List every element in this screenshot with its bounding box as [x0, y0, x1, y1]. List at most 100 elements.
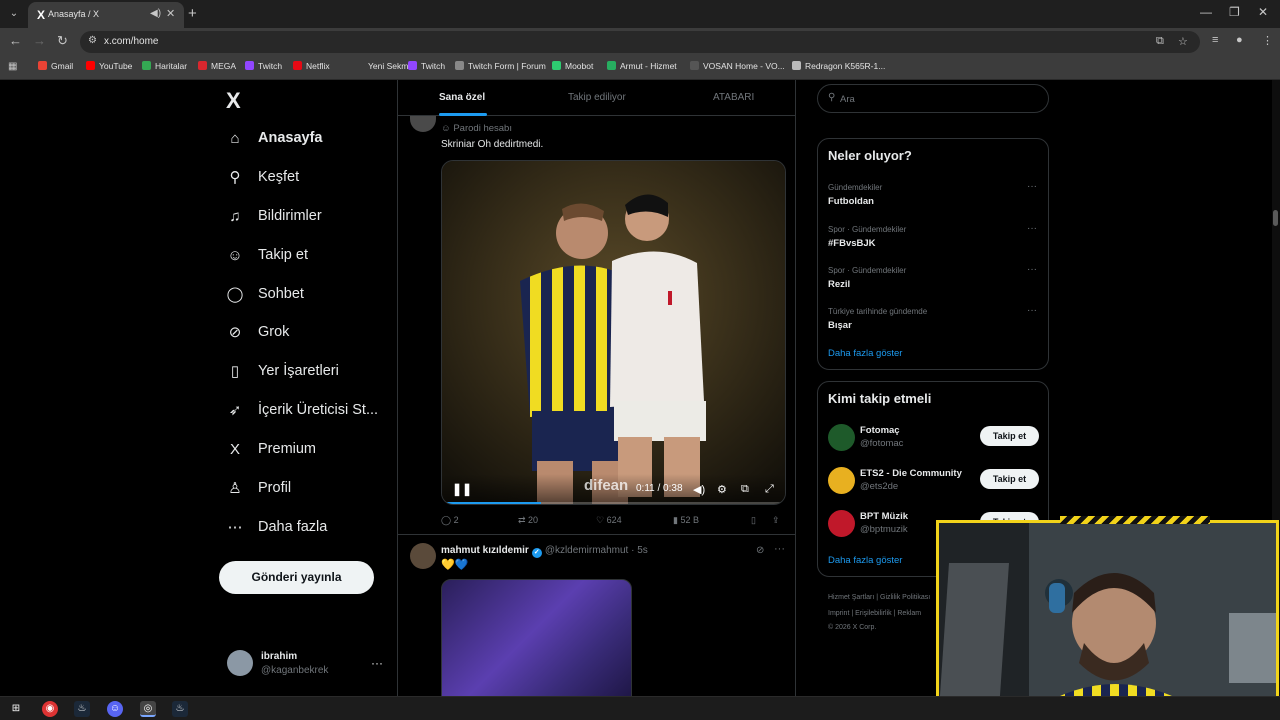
- close-tab-icon[interactable]: ✕: [166, 7, 175, 20]
- tab-search-icon[interactable]: ⌄: [6, 6, 22, 22]
- bookmark-star-icon[interactable]: ☆: [1178, 35, 1188, 48]
- suggested-account-name[interactable]: Fotomaç: [860, 425, 900, 436]
- follow-button[interactable]: Takip et: [980, 426, 1039, 446]
- sidebar-item-x-premium[interactable]: X Premium: [226, 435, 316, 463]
- trend-more-icon[interactable]: ···: [1027, 181, 1037, 192]
- bookmark-item[interactable]: Moobot: [552, 61, 593, 71]
- post-button[interactable]: Gönderi yayınla: [219, 561, 374, 594]
- trend-name[interactable]: Rezil: [828, 279, 850, 290]
- views-button[interactable]: ▮ 52 B: [673, 515, 699, 526]
- bookmark-item[interactable]: Netflix: [293, 61, 330, 71]
- bookmark-item[interactable]: Haritalar: [142, 61, 187, 71]
- suggested-account-name[interactable]: BPT Müzik: [860, 511, 908, 522]
- sidebar-item-search[interactable]: ⚲ Keşfet: [226, 163, 300, 191]
- steam-icon[interactable]: ♨: [74, 701, 90, 717]
- browser-menu-icon[interactable]: ⋮: [1262, 34, 1273, 47]
- trend-name[interactable]: #FBvsBJK: [828, 238, 876, 249]
- trend-more-icon[interactable]: ···: [1027, 264, 1037, 275]
- browser-tab[interactable]: X Anasayfa / X ◀) ✕: [28, 2, 184, 28]
- footer-links[interactable]: Imprint | Erişilebilirlik | Reklam: [828, 610, 921, 617]
- steam-icon[interactable]: ♨: [172, 701, 188, 717]
- obs-icon[interactable]: ◉: [42, 701, 58, 717]
- windows-start-icon[interactable]: ⊞: [8, 701, 24, 717]
- bookmark-item[interactable]: YouTube: [86, 61, 132, 71]
- avatar[interactable]: [410, 543, 436, 569]
- avatar[interactable]: [828, 424, 855, 451]
- trend-name[interactable]: Futboldan: [828, 196, 874, 207]
- sidebar-item-home[interactable]: ⌂ Anasayfa: [226, 124, 322, 152]
- address-bar[interactable]: ⚙ x.com/home ⧉ ☆: [80, 31, 1200, 53]
- tweet-image[interactable]: [441, 579, 632, 700]
- timeline: Sana özel Takip ediliyor ATABARI ☺ Parod…: [397, 80, 796, 700]
- footer-links[interactable]: Hizmet Şartları | Gizlilik Politikası: [828, 594, 930, 601]
- scrollbar-thumb[interactable]: [1273, 210, 1278, 226]
- trend-more-icon[interactable]: ···: [1027, 305, 1037, 316]
- avatar[interactable]: [227, 650, 253, 676]
- sidebar-item-grok[interactable]: ⊘ Grok: [226, 318, 290, 346]
- tab-following[interactable]: Takip ediliyor: [568, 92, 626, 103]
- bookmark-item[interactable]: Twitch: [245, 61, 282, 71]
- bookmark-item[interactable]: Twitch Form | Forum: [455, 61, 546, 71]
- x-logo[interactable]: X: [226, 88, 241, 114]
- tab-atabari[interactable]: ATABARI: [713, 92, 754, 103]
- sidebar-item-more[interactable]: ⋯ Daha fazla: [226, 513, 328, 541]
- chrome-icon[interactable]: ◎: [140, 701, 156, 717]
- bookmark-item[interactable]: Redragon K565R-1...: [792, 61, 885, 71]
- fullscreen-icon[interactable]: ⤢: [765, 483, 774, 496]
- discord-icon[interactable]: ☺: [107, 701, 123, 717]
- repost-button[interactable]: ⇄ 20: [518, 515, 538, 526]
- forward-icon[interactable]: →: [33, 33, 46, 48]
- window-close-icon[interactable]: ✕: [1258, 5, 1268, 19]
- settings-icon[interactable]: ⚙: [717, 483, 727, 496]
- video-player[interactable]: ❚❚ 0:11 / 0:38 ◀) ⚙ ⧉ ⤢ difean: [441, 160, 786, 505]
- avatar[interactable]: [410, 114, 436, 132]
- avatar[interactable]: [828, 510, 855, 537]
- trends-show-more[interactable]: Daha fazla göster: [828, 348, 902, 359]
- bookmark-favicon-icon: [552, 61, 561, 70]
- media-control-icon[interactable]: ≡: [1212, 34, 1218, 46]
- new-tab-icon[interactable]: +: [188, 5, 197, 22]
- bookmark-item[interactable]: Twitch: [408, 61, 445, 71]
- reload-icon[interactable]: ↻: [57, 33, 68, 49]
- tab-for-you[interactable]: Sana özel: [439, 92, 485, 103]
- pip-icon[interactable]: ⧉: [741, 483, 749, 496]
- tweet-more-icon[interactable]: ···: [774, 543, 785, 555]
- restore-icon[interactable]: ❐: [1229, 5, 1240, 19]
- share-icon[interactable]: ⇪: [772, 515, 780, 526]
- trend-name[interactable]: Bışar: [828, 320, 852, 331]
- back-icon[interactable]: ←: [9, 33, 22, 48]
- suggested-account-name[interactable]: ETS2 - Die Community: [860, 468, 962, 479]
- grok-icon[interactable]: ⊘: [756, 545, 764, 556]
- trend-more-icon[interactable]: ···: [1027, 223, 1037, 234]
- reply-button[interactable]: ◯ 2: [441, 515, 459, 526]
- tweet-author[interactable]: mahmut kızıldemir ✓ @kzldemirmahmut · 5s: [441, 545, 648, 558]
- speaker-icon[interactable]: ◀): [150, 8, 161, 19]
- sidebar-item-rocket[interactable]: ➶ İçerik Üreticisi St...: [226, 396, 378, 424]
- sidebar-item-bookmark[interactable]: ▯ Yer İşaretleri: [226, 357, 339, 385]
- bookmark-item[interactable]: Armut - Hizmet: [607, 61, 677, 71]
- avatar[interactable]: [828, 467, 855, 494]
- sidebar-item-bell[interactable]: ♫ Bildirimler: [226, 202, 321, 230]
- search-input[interactable]: ⚲ Ara: [817, 84, 1049, 113]
- minimize-icon[interactable]: —: [1200, 5, 1212, 19]
- like-button[interactable]: ♡ 624: [596, 515, 622, 526]
- site-info-icon[interactable]: ⚙: [88, 35, 97, 46]
- copyright: © 2026 X Corp.: [828, 624, 877, 631]
- bookmark-item[interactable]: Gmail: [38, 61, 73, 71]
- install-app-icon[interactable]: ⧉: [1156, 35, 1164, 48]
- apps-grid-icon[interactable]: ▦: [8, 61, 17, 72]
- profile-avatar-icon[interactable]: ●: [1236, 34, 1243, 46]
- trends-title: Neler oluyor?: [828, 148, 912, 163]
- who-to-follow-show-more[interactable]: Daha fazla göster: [828, 555, 902, 566]
- account-more-icon[interactable]: ···: [371, 656, 383, 670]
- sidebar-item-chat[interactable]: ◯ Sohbet: [226, 280, 304, 308]
- bookmark-item[interactable]: MEGA: [198, 61, 236, 71]
- bookmark-item[interactable]: VOSAN Home - VO...: [690, 61, 785, 71]
- pause-icon[interactable]: ❚❚: [452, 482, 472, 496]
- volume-icon[interactable]: ◀): [693, 483, 705, 496]
- bookmark-item[interactable]: Yeni Sekme: [355, 61, 413, 71]
- bookmark-button[interactable]: ▯: [751, 515, 756, 526]
- sidebar-item-follow[interactable]: ☺ Takip et: [226, 241, 308, 269]
- follow-button[interactable]: Takip et: [980, 469, 1039, 489]
- sidebar-item-profile[interactable]: ♙ Profil: [226, 474, 291, 502]
